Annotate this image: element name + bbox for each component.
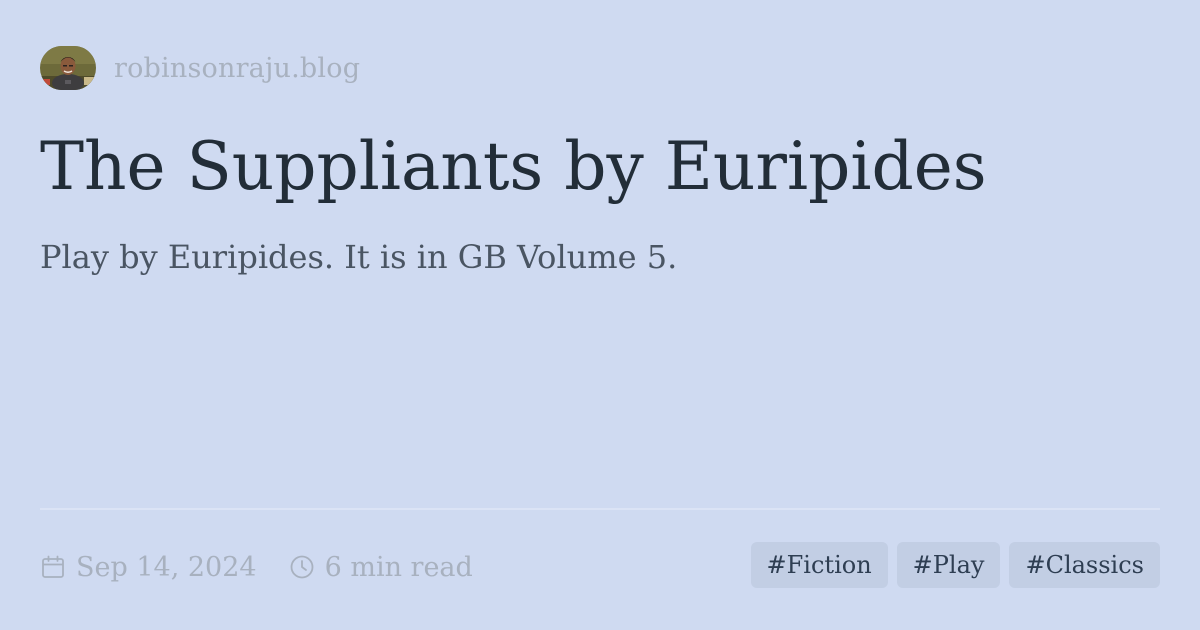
site-name[interactable]: robinsonraju.blog [114,53,360,84]
author-avatar[interactable] [40,46,96,90]
tag-fiction[interactable]: #Fiction [750,542,888,588]
tag-list: #Fiction #Play #Classics [742,542,1160,588]
reading-time: 6 min read [289,552,473,583]
reading-time-text: 6 min read [324,551,473,583]
post-title: The Suppliants by Euripides [40,128,987,205]
clock-icon [289,554,315,580]
divider [40,508,1160,510]
post-meta: Sep 14, 2024 6 min read [40,545,473,589]
tag-classics[interactable]: #Classics [1009,542,1160,588]
publish-date: Sep 14, 2024 [40,552,257,583]
avatar-photo-icon [40,46,96,90]
site-header: robinsonraju.blog [40,46,360,90]
post-description: Play by Euripides. It is in GB Volume 5. [40,238,678,276]
publish-date-text: Sep 14, 2024 [76,551,257,583]
calendar-icon [40,554,66,580]
tag-play[interactable]: #Play [896,542,1001,588]
